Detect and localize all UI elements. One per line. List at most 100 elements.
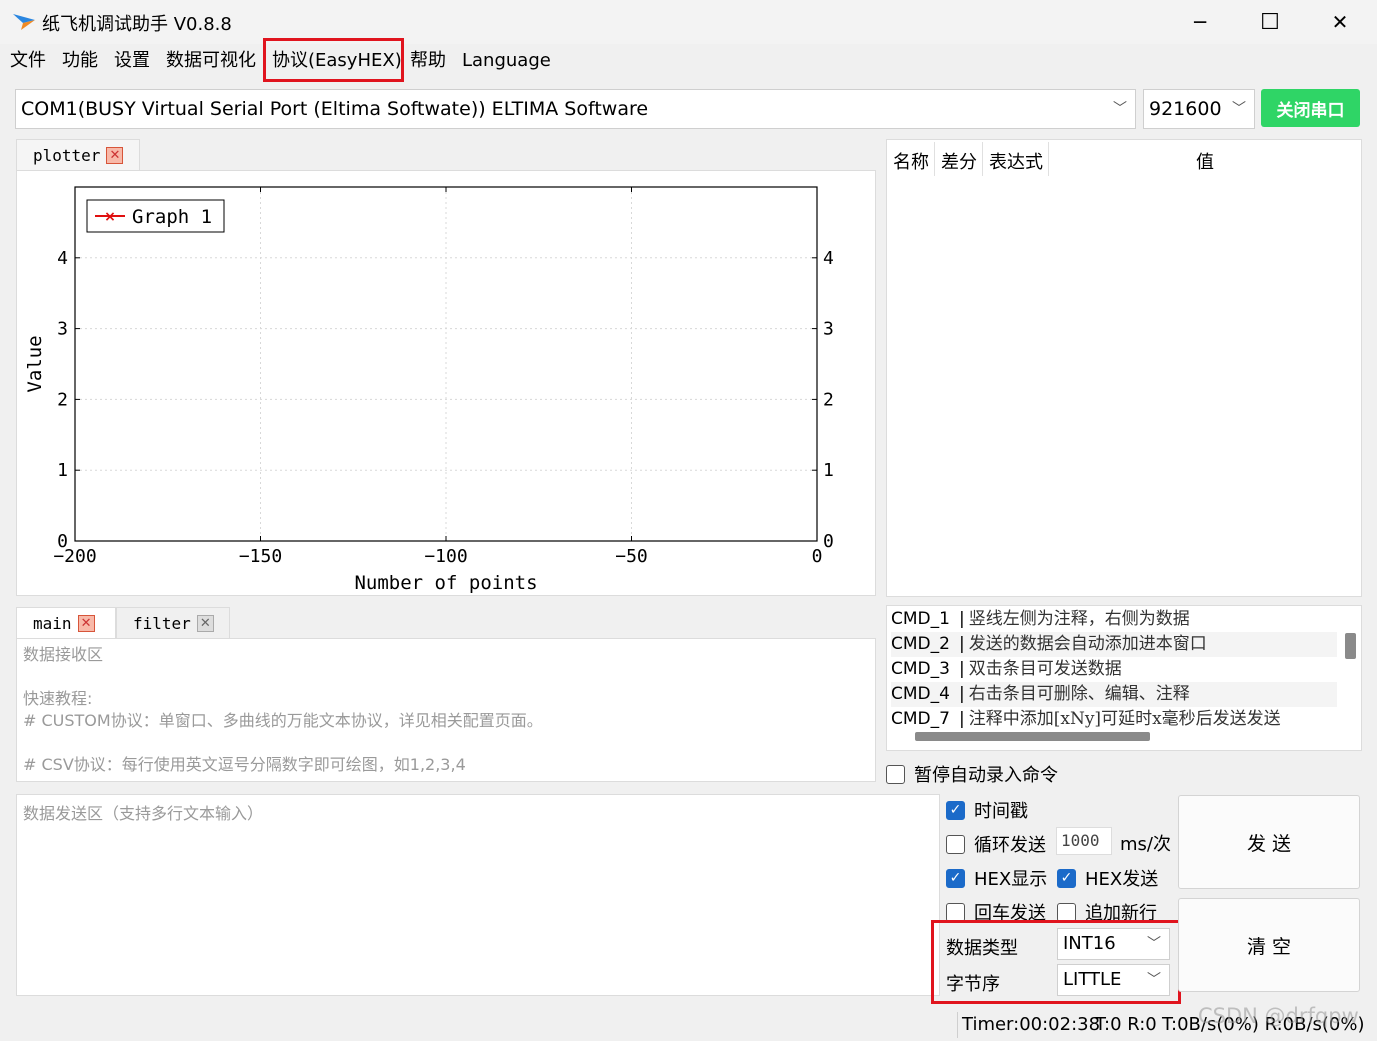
y-tick-label-right: 3 <box>823 319 834 340</box>
pause-auto-record-checkbox[interactable]: 暂停自动录入命令 <box>886 761 1058 787</box>
list-item[interactable]: CMD_3 | 双击条目可发送数据 <box>891 657 1337 682</box>
vertical-scrollbar[interactable] <box>1345 633 1356 659</box>
clear-button[interactable]: 清 空 <box>1178 898 1360 992</box>
cmd-name: CMD_4 <box>891 684 950 704</box>
table-header-value[interactable]: 值 <box>1196 148 1214 174</box>
list-item[interactable]: CMD_2 | 发送的数据会自动添加进本窗口 <box>891 632 1337 657</box>
timestamp-checkbox[interactable]: ✓ 时间戳 <box>946 797 1028 823</box>
y-tick-label: 0 <box>57 531 68 552</box>
command-list: CMD_1 | 竖线左侧为注释，右侧为数据 CMD_2 | 发送的数据会自动添加进本窗口 C… <box>886 605 1362 751</box>
loop-send-checkbox[interactable]: 循环发送 <box>946 831 1046 857</box>
list-item[interactable]: CMD_1 | 竖线左侧为注释，右侧为数据 <box>891 607 1337 632</box>
plot-panel: −200 −150 −100 −50 0 0 0 1 1 2 2 3 3 4 4 Number of poin… <box>16 170 876 596</box>
receive-line <box>23 666 543 688</box>
receive-line: 数据接收区 <box>23 645 104 664</box>
cmd-text: 右击条目可删除、编辑、注释 <box>968 684 1190 704</box>
cmd-name: CMD_3 <box>891 659 950 679</box>
tab-label: main <box>33 614 72 633</box>
list-item[interactable]: CMD_4 | 右击条目可删除、编辑、注释 <box>891 682 1337 707</box>
check-icon[interactable]: ✓ <box>946 800 965 820</box>
legend-label: Graph 1 <box>132 206 212 228</box>
menu-visualization[interactable]: 数据可视化 <box>166 48 256 74</box>
hex-send-checkbox[interactable]: ✓ HEX发送 <box>1057 865 1158 891</box>
table-divider <box>982 142 983 176</box>
hex-send-label: HEX发送 <box>1085 869 1159 890</box>
x-tick-label: −50 <box>615 546 648 567</box>
table-divider <box>934 142 935 176</box>
table-header-name[interactable]: 名称 <box>893 148 929 174</box>
highlight-box-data-options <box>931 920 1181 1004</box>
y-tick-label: 3 <box>57 319 68 340</box>
horizontal-scrollbar[interactable] <box>915 732 1150 741</box>
status-counts: T:0 R:0 <box>1095 1014 1157 1035</box>
y-tick-label: 1 <box>57 460 68 481</box>
baud-select-value: 921600 <box>1149 98 1222 120</box>
cmd-separator: | <box>959 684 965 704</box>
status-timer: Timer:00:02:38 <box>962 1014 1101 1035</box>
table-header-diff[interactable]: 差分 <box>941 148 977 174</box>
table-divider <box>1048 142 1049 176</box>
timestamp-label: 时间戳 <box>974 801 1028 822</box>
cmd-text: 发送的数据会自动添加进本窗口 <box>968 634 1207 654</box>
list-item[interactable]: CMD_7 | 注释中添加[xNy]可延时x毫秒后发送发送 <box>891 707 1337 732</box>
cmd-name: CMD_7 <box>891 709 950 729</box>
baud-select[interactable]: 921600 ﹀ <box>1143 89 1255 129</box>
watermark: CSDN @drfqpw <box>1198 1004 1359 1028</box>
checkbox-icon[interactable] <box>946 902 965 922</box>
hex-display-checkbox[interactable]: ✓ HEX显示 <box>946 865 1047 891</box>
tab-label: filter <box>133 614 191 633</box>
tab-main[interactable]: main ✕ <box>16 607 116 639</box>
cmd-separator: | <box>959 634 965 654</box>
port-select[interactable]: COM1(BUSY Virtual Serial Port (Eltima So… <box>15 89 1136 129</box>
highlight-box-protocol <box>263 38 404 82</box>
maximize-button[interactable]: ☐ <box>1240 6 1300 38</box>
check-icon[interactable]: ✓ <box>1057 868 1076 888</box>
minimize-button[interactable]: ─ <box>1170 6 1230 38</box>
pause-auto-record-label: 暂停自动录入命令 <box>914 765 1058 786</box>
receive-area[interactable]: 数据接收区 快速教程: # CUSTOM协议：单窗口、多曲线的万能文本协议，详见相关… <box>16 638 876 782</box>
cmd-separator: | <box>959 659 965 679</box>
loop-send-label: 循环发送 <box>974 835 1046 856</box>
tab-filter[interactable]: filter ✕ <box>116 607 230 639</box>
y-tick-label-right: 1 <box>823 460 834 481</box>
close-icon[interactable]: ✕ <box>77 615 95 632</box>
checkbox-icon[interactable] <box>1057 902 1076 922</box>
receive-line: 快速教程: <box>23 689 93 708</box>
interval-input[interactable]: 1000 <box>1056 827 1112 855</box>
variable-table: 名称 差分 表达式 值 <box>886 139 1362 597</box>
app-logo-icon <box>12 12 36 36</box>
cmd-name: CMD_2 <box>891 634 950 654</box>
menu-function[interactable]: 功能 <box>62 48 98 74</box>
status-divider <box>957 1012 958 1038</box>
tab-label: plotter <box>33 146 101 165</box>
interval-unit: ms/次 <box>1120 834 1171 855</box>
y-tick-label: 4 <box>57 248 68 269</box>
send-input[interactable]: 数据发送区（支持多行文本输入） <box>16 794 940 996</box>
menu-language[interactable]: Language <box>462 48 551 74</box>
x-tick-label: −100 <box>424 546 467 567</box>
y-axis-label: Value <box>24 335 46 392</box>
tab-plotter[interactable]: plotter ✕ <box>16 139 140 171</box>
x-axis-label: Number of points <box>354 572 537 594</box>
x-tick-label: −150 <box>239 546 282 567</box>
menu-help[interactable]: 帮助 <box>410 48 446 74</box>
table-header-expression[interactable]: 表达式 <box>989 148 1043 174</box>
port-select-value: COM1(BUSY Virtual Serial Port (Eltima So… <box>21 98 649 120</box>
checkbox-icon[interactable] <box>886 764 905 784</box>
close-button[interactable]: ✕ <box>1310 6 1370 38</box>
close-icon[interactable]: ✕ <box>196 615 214 632</box>
check-icon[interactable]: ✓ <box>946 868 965 888</box>
checkbox-icon[interactable] <box>946 834 965 854</box>
menu-file[interactable]: 文件 <box>10 48 46 74</box>
cmd-text: 注释中添加[xNy]可延时x毫秒后发送发送 <box>968 709 1281 729</box>
menu-settings[interactable]: 设置 <box>114 48 150 74</box>
cmd-name: CMD_1 <box>891 609 950 629</box>
legend-marker: × <box>104 209 116 225</box>
send-button[interactable]: 发 送 <box>1178 795 1360 889</box>
y-tick-label-right: 0 <box>823 531 834 552</box>
close-port-button[interactable]: 关闭串口 <box>1261 89 1360 127</box>
chevron-down-icon: ﹀ <box>1113 101 1127 117</box>
hex-display-label: HEX显示 <box>974 869 1048 890</box>
close-icon[interactable]: ✕ <box>106 147 124 164</box>
chevron-down-icon: ﹀ <box>1232 101 1246 117</box>
